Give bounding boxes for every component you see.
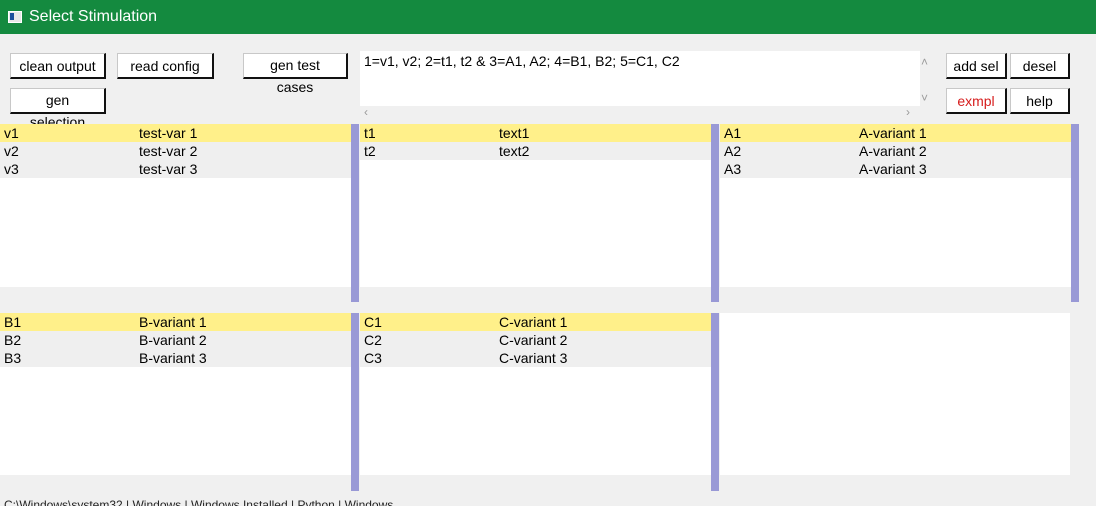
- scroll-left-icon[interactable]: ‹: [364, 106, 368, 118]
- listbox-a[interactable]: A1 A-variant 1 A2 A-variant 2 A3 A-variant …: [720, 124, 1071, 287]
- list-item[interactable]: t2 text2: [360, 142, 711, 160]
- help-button[interactable]: help: [1010, 88, 1070, 114]
- list-item[interactable]: C2 C-variant 2: [360, 331, 711, 349]
- app-icon: [8, 11, 22, 23]
- listbox-c[interactable]: C1 C-variant 1 C2 C-variant 2 C3 C-variant …: [360, 313, 711, 475]
- scroll-down-icon[interactable]: ˅: [921, 92, 928, 104]
- list-item[interactable]: B1 B-variant 1: [0, 313, 351, 331]
- list-item[interactable]: C1 C-variant 1: [360, 313, 711, 331]
- listbox-c-scrollbar[interactable]: [711, 313, 719, 491]
- window-title: Select Stimulation: [29, 8, 158, 25]
- listbox-b-scrollbar[interactable]: [351, 313, 359, 491]
- gen-test-cases-button[interactable]: gen test cases: [243, 53, 348, 95]
- gen-selection-button[interactable]: gen selection: [10, 88, 106, 130]
- list-item[interactable]: A1 A-variant 1: [720, 124, 1071, 142]
- list-item[interactable]: B2 B-variant 2: [0, 331, 351, 349]
- listbox-v[interactable]: v1 test-var 1 v2 test-var 2 v3 test-var 3: [0, 124, 351, 287]
- expression-hscrollbar[interactable]: ‹ ›: [360, 106, 920, 119]
- list-item[interactable]: t1 text1: [360, 124, 711, 142]
- listbox-b[interactable]: B1 B-variant 1 B2 B-variant 2 B3 B-variant …: [0, 313, 351, 475]
- read-config-button[interactable]: read config: [117, 53, 214, 79]
- listbox-v-scrollbar[interactable]: [351, 124, 359, 302]
- title-bar: Select Stimulation: [0, 0, 1096, 34]
- scroll-up-icon[interactable]: ˄: [921, 56, 928, 68]
- list-item[interactable]: A2 A-variant 2: [720, 142, 1071, 160]
- list-item[interactable]: C3 C-variant 3: [360, 349, 711, 367]
- list-item[interactable]: A3 A-variant 3: [720, 160, 1071, 178]
- list-item[interactable]: v3 test-var 3: [0, 160, 351, 178]
- expression-textarea[interactable]: 1=v1, v2; 2=t1, t2 & 3=A1, A2; 4=B1, B2;…: [360, 51, 920, 118]
- add-sel-button[interactable]: add sel: [946, 53, 1007, 79]
- list-item[interactable]: v2 test-var 2: [0, 142, 351, 160]
- listbox-t-scrollbar[interactable]: [711, 124, 719, 302]
- exmpl-button[interactable]: exmpl: [946, 88, 1007, 114]
- listbox-t[interactable]: t1 text1 t2 text2: [360, 124, 711, 287]
- clean-output-button[interactable]: clean output: [10, 53, 106, 79]
- status-line: C:\Windows\system32 | Windows | Windows …: [4, 498, 394, 506]
- scroll-right-icon[interactable]: ›: [906, 106, 910, 118]
- expression-text: 1=v1, v2; 2=t1, t2 & 3=A1, A2; 4=B1, B2;…: [364, 53, 680, 69]
- desel-button[interactable]: desel: [1010, 53, 1070, 79]
- output-panel[interactable]: [720, 313, 1070, 475]
- listbox-a-scrollbar[interactable]: [1071, 124, 1079, 302]
- list-item[interactable]: v1 test-var 1: [0, 124, 351, 142]
- list-item[interactable]: B3 B-variant 3: [0, 349, 351, 367]
